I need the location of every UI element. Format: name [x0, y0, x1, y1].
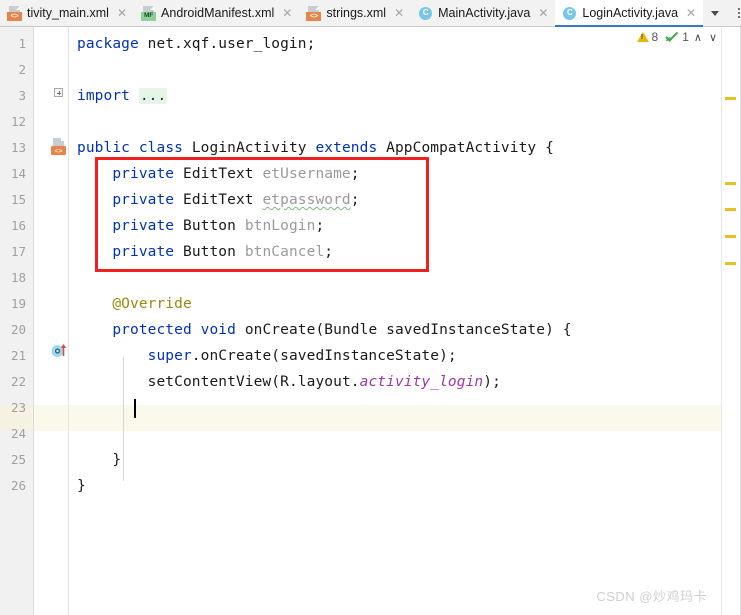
fold-expand-icon[interactable]: [54, 88, 63, 97]
line-number: 12: [10, 114, 26, 129]
text-caret: [134, 399, 136, 418]
line-number: 16: [10, 218, 26, 233]
tab-label: MainActivity.java: [438, 6, 531, 20]
line-number: 13: [10, 140, 26, 155]
tab-close-icon[interactable]: ✕: [116, 7, 128, 19]
line-number: 2: [18, 62, 26, 77]
line-number: 19: [10, 296, 26, 311]
line-number-gutter: 1 2 3 12 13 14 15 16 17 18 19 20 21 22 2…: [0, 27, 34, 615]
java-class-icon: C: [418, 6, 433, 21]
weak-warning-check-icon: [665, 31, 679, 43]
line-number: 17: [10, 244, 26, 259]
android-studio-editor-window: <> tivity_main.xml ✕ MF AndroidManifest.…: [0, 0, 741, 615]
folded-imports-token: ...: [138, 88, 168, 104]
code-line-14: private EditText etUsername;: [112, 166, 360, 182]
code-line-13: public class LoginActivity extends AppCo…: [77, 140, 554, 156]
tab-close-icon[interactable]: ✕: [281, 7, 293, 19]
tab-close-icon[interactable]: ✕: [537, 7, 549, 19]
code-line-21: super.onCreate(savedInstanceState);: [147, 348, 457, 364]
tab-bar-controls: [703, 0, 741, 26]
code-line-26: }: [77, 478, 86, 494]
current-line-fold-highlight: [34, 405, 68, 431]
code-line-25: }: [77, 452, 122, 468]
code-line-20: protected void onCreate(Bundle savedInst…: [112, 322, 572, 338]
code-line-22: setContentView(R.layout.activity_login);: [147, 374, 501, 390]
tab-mainactivity-java[interactable]: C MainActivity.java ✕: [411, 0, 556, 26]
line-number: 21: [10, 348, 26, 363]
tab-label: AndroidManifest.xml: [161, 6, 275, 20]
resource-token: activity_login: [359, 374, 484, 390]
warning-stripe-marker[interactable]: [725, 262, 736, 265]
tab-close-icon[interactable]: ✕: [393, 7, 405, 19]
line-number: 24: [10, 426, 26, 441]
warning-triangle-icon: [636, 32, 649, 42]
code-editor: 1 2 3 12 13 14 15 16 17 18 19 20 21 22 2…: [0, 27, 741, 615]
warning-stripe-marker[interactable]: [725, 182, 736, 185]
code-line-1: package net.xqf.user_login;: [77, 36, 316, 52]
warning-stripe-marker[interactable]: [725, 97, 736, 100]
line-number: 22: [10, 374, 26, 389]
code-line-17: private Button btnCancel;: [112, 244, 334, 260]
csdn-watermark: CSDN @炒鸡玛卡: [596, 589, 707, 604]
tab-strings-xml[interactable]: <> strings.xml ✕: [299, 0, 412, 26]
code-text-area[interactable]: package net.xqf.user_login; import ... p…: [69, 27, 721, 615]
xml-layout-relation-icon[interactable]: <>: [50, 138, 66, 155]
code-line-19: @Override: [112, 296, 192, 312]
line-number: 3: [18, 88, 26, 103]
inspection-summary-widget: 8 1 ∧ ∨: [636, 30, 720, 44]
xml-file-icon: <>: [306, 5, 322, 21]
tab-close-icon[interactable]: ✕: [685, 7, 697, 19]
line-number: 14: [10, 166, 26, 181]
manifest-file-icon: MF: [141, 5, 157, 21]
warning-stripe-marker[interactable]: [725, 208, 736, 211]
warning-count: 8: [651, 30, 659, 44]
tab-options-kebab-icon[interactable]: [727, 0, 741, 27]
line-number: 1: [18, 36, 26, 51]
error-stripe-gutter[interactable]: [721, 27, 741, 615]
previous-problem-icon[interactable]: ∧: [692, 31, 704, 44]
warning-count-group[interactable]: 8: [636, 30, 659, 44]
line-number: 25: [10, 452, 26, 467]
tab-activity-main-xml[interactable]: <> tivity_main.xml ✕: [0, 0, 135, 26]
line-number: 15: [10, 192, 26, 207]
weak-warning-count-group[interactable]: 1: [665, 30, 689, 44]
annotation-fold-gutter: <>: [34, 27, 69, 615]
tab-label: tivity_main.xml: [27, 6, 109, 20]
code-line-3: import ...: [77, 88, 168, 104]
line-number: 18: [10, 270, 26, 285]
xml-file-icon: <>: [7, 5, 22, 21]
line-number: 26: [10, 478, 26, 493]
warning-stripe-marker[interactable]: [725, 235, 736, 238]
code-line-16: private Button btnLogin;: [112, 218, 325, 234]
typo-token: etpassword: [262, 192, 351, 208]
line-number: 20: [10, 322, 26, 337]
tab-label: strings.xml: [326, 6, 387, 20]
tab-label: LoginActivity.java: [582, 6, 679, 20]
editor-tab-bar: <> tivity_main.xml ✕ MF AndroidManifest.…: [0, 0, 741, 27]
code-line-15: private EditText etpassword;: [112, 192, 360, 208]
tab-overflow-chevron-down-icon[interactable]: [703, 0, 727, 27]
tab-androidmanifest-xml[interactable]: MF AndroidManifest.xml ✕: [134, 0, 300, 26]
tab-loginactivity-java[interactable]: C LoginActivity.java ✕: [555, 0, 704, 27]
next-problem-icon[interactable]: ∨: [707, 31, 719, 44]
weak-warning-count: 1: [682, 30, 689, 44]
implementing-method-icon[interactable]: [51, 342, 67, 359]
current-line-highlight: [69, 405, 721, 431]
line-number: 23: [10, 400, 26, 415]
svg-text:<>: <>: [54, 147, 62, 155]
java-class-icon: C: [562, 6, 577, 21]
